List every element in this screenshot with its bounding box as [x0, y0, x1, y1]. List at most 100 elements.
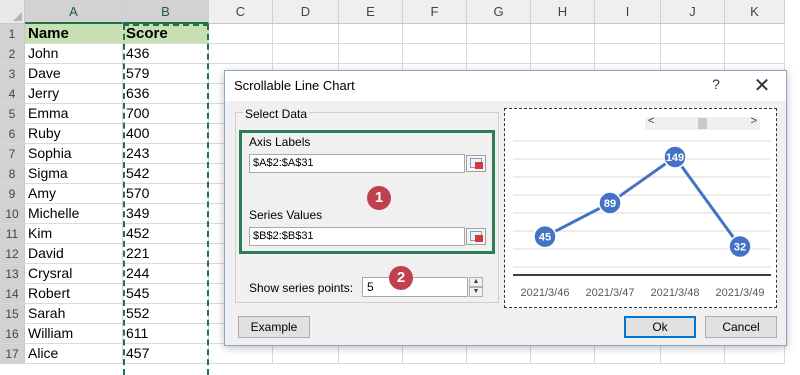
empty-cell[interactable]: [595, 24, 661, 44]
row-header[interactable]: 10: [0, 204, 25, 224]
score-column-header-cell[interactable]: Score: [123, 24, 209, 44]
score-cell[interactable]: 611: [123, 324, 209, 344]
empty-cell[interactable]: [725, 44, 785, 64]
ok-button[interactable]: Ok: [624, 316, 696, 338]
empty-cell[interactable]: [209, 44, 273, 64]
row-header[interactable]: 11: [0, 224, 25, 244]
score-cell[interactable]: 579: [123, 64, 209, 84]
column-header-g[interactable]: G: [467, 0, 531, 24]
score-cell[interactable]: 700: [123, 104, 209, 124]
show-series-points-spinner[interactable]: ▲ ▼: [469, 277, 483, 297]
name-cell[interactable]: Michelle: [25, 204, 123, 224]
score-cell[interactable]: 243: [123, 144, 209, 164]
show-series-points-input[interactable]: 5: [362, 277, 468, 297]
row-header[interactable]: 8: [0, 164, 25, 184]
empty-cell[interactable]: [725, 344, 785, 364]
row-header[interactable]: 14: [0, 284, 25, 304]
name-column-header-cell[interactable]: Name: [25, 24, 123, 44]
name-cell[interactable]: Kim: [25, 224, 123, 244]
empty-cell[interactable]: [339, 44, 403, 64]
row-header[interactable]: 7: [0, 144, 25, 164]
score-cell[interactable]: 452: [123, 224, 209, 244]
column-header-d[interactable]: D: [273, 0, 339, 24]
row-header[interactable]: 17: [0, 344, 25, 364]
row-header[interactable]: 4: [0, 84, 25, 104]
cancel-button[interactable]: Cancel: [705, 316, 777, 338]
score-cell[interactable]: 636: [123, 84, 209, 104]
empty-cell[interactable]: [661, 24, 725, 44]
row-header[interactable]: 3: [0, 64, 25, 84]
score-cell[interactable]: 457: [123, 344, 209, 364]
empty-cell[interactable]: [725, 24, 785, 44]
row-header[interactable]: 5: [0, 104, 25, 124]
row-header[interactable]: 16: [0, 324, 25, 344]
spin-down-icon[interactable]: ▼: [469, 287, 483, 297]
score-cell[interactable]: 400: [123, 124, 209, 144]
score-cell[interactable]: 244: [123, 264, 209, 284]
row-header[interactable]: 13: [0, 264, 25, 284]
empty-cell[interactable]: [273, 44, 339, 64]
column-header-i[interactable]: I: [595, 0, 661, 24]
name-cell[interactable]: Sigma: [25, 164, 123, 184]
name-cell[interactable]: Ruby: [25, 124, 123, 144]
name-cell[interactable]: Amy: [25, 184, 123, 204]
empty-cell[interactable]: [339, 24, 403, 44]
column-header-e[interactable]: E: [339, 0, 403, 24]
score-cell[interactable]: 570: [123, 184, 209, 204]
row-header[interactable]: 15: [0, 304, 25, 324]
name-cell[interactable]: William: [25, 324, 123, 344]
name-cell[interactable]: Sarah: [25, 304, 123, 324]
name-cell[interactable]: Alice: [25, 344, 123, 364]
name-cell[interactable]: John: [25, 44, 123, 64]
empty-cell[interactable]: [467, 344, 531, 364]
column-header-b[interactable]: B: [123, 0, 209, 24]
empty-cell[interactable]: [661, 44, 725, 64]
empty-cell[interactable]: [531, 24, 595, 44]
empty-cell[interactable]: [209, 344, 273, 364]
name-cell[interactable]: Jerry: [25, 84, 123, 104]
row-header[interactable]: 1: [0, 24, 25, 44]
row-header[interactable]: 6: [0, 124, 25, 144]
column-header-f[interactable]: F: [403, 0, 467, 24]
name-cell[interactable]: Dave: [25, 64, 123, 84]
empty-cell[interactable]: [403, 24, 467, 44]
empty-cell[interactable]: [273, 344, 339, 364]
series-values-input[interactable]: $B$2:$B$31: [249, 227, 465, 246]
name-cell[interactable]: Crysral: [25, 264, 123, 284]
column-header-j[interactable]: J: [661, 0, 725, 24]
empty-cell[interactable]: [531, 344, 595, 364]
score-cell[interactable]: 221: [123, 244, 209, 264]
score-cell[interactable]: 542: [123, 164, 209, 184]
name-cell[interactable]: David: [25, 244, 123, 264]
score-cell[interactable]: 436: [123, 44, 209, 64]
empty-cell[interactable]: [595, 44, 661, 64]
empty-cell[interactable]: [273, 24, 339, 44]
empty-cell[interactable]: [531, 44, 595, 64]
select-all-corner[interactable]: [0, 0, 25, 24]
row-header[interactable]: 12: [0, 244, 25, 264]
empty-cell[interactable]: [467, 44, 531, 64]
spin-up-icon[interactable]: ▲: [469, 277, 483, 287]
example-button[interactable]: Example: [238, 316, 310, 338]
empty-cell[interactable]: [661, 344, 725, 364]
score-cell[interactable]: 545: [123, 284, 209, 304]
series-values-range-button[interactable]: [466, 228, 486, 245]
row-header[interactable]: 9: [0, 184, 25, 204]
axis-labels-range-button[interactable]: [466, 155, 486, 172]
column-header-c[interactable]: C: [209, 0, 273, 24]
close-button[interactable]: ✕: [750, 73, 774, 98]
name-cell[interactable]: Sophia: [25, 144, 123, 164]
name-cell[interactable]: Robert: [25, 284, 123, 304]
name-cell[interactable]: Emma: [25, 104, 123, 124]
column-header-k[interactable]: K: [725, 0, 785, 24]
empty-cell[interactable]: [403, 44, 467, 64]
empty-cell[interactable]: [339, 344, 403, 364]
empty-cell[interactable]: [403, 344, 467, 364]
column-header-h[interactable]: H: [531, 0, 595, 24]
empty-cell[interactable]: [595, 344, 661, 364]
empty-cell[interactable]: [467, 24, 531, 44]
score-cell[interactable]: 349: [123, 204, 209, 224]
axis-labels-input[interactable]: $A$2:$A$31: [249, 154, 465, 173]
row-header[interactable]: 2: [0, 44, 25, 64]
empty-cell[interactable]: [209, 24, 273, 44]
